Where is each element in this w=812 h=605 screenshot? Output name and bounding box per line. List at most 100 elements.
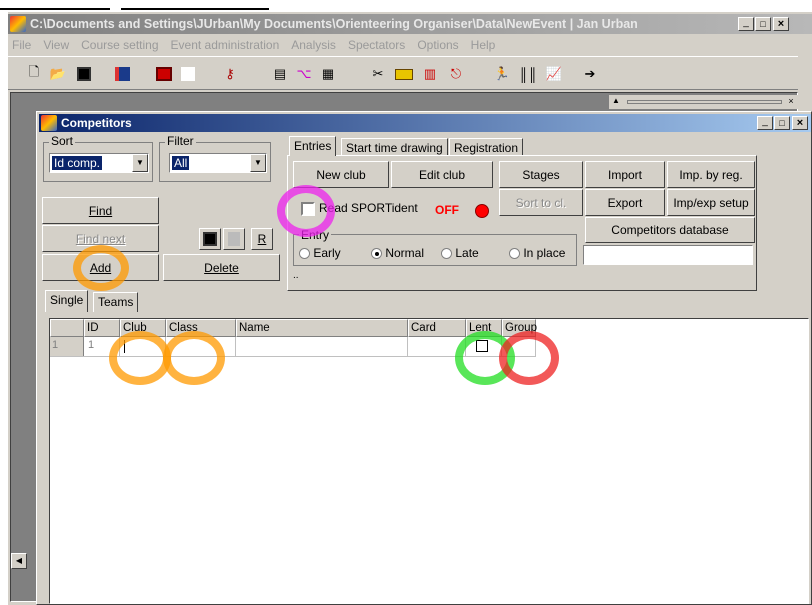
entry-radio-normal[interactable]: Normal — [371, 246, 424, 260]
cropped-underline-left — [0, 8, 110, 10]
export-button[interactable]: Export — [585, 189, 665, 216]
menu-file[interactable]: File — [12, 36, 31, 54]
minimize-button[interactable]: _ — [738, 17, 754, 31]
barcode-icon[interactable]: ║║ — [518, 64, 538, 84]
chevron-down-icon[interactable]: ▼ — [132, 154, 148, 172]
graph-icon[interactable]: 📈 — [544, 64, 564, 84]
delete-button-label: Delete — [204, 260, 239, 275]
menu-spectators[interactable]: Spectators — [348, 36, 405, 54]
save-icon[interactable] — [74, 64, 94, 84]
menu-view[interactable]: View — [43, 36, 69, 54]
sort-to-cl-button[interactable]: Sort to cl. — [499, 189, 583, 216]
competitors-database-button[interactable]: Competitors database — [585, 217, 755, 243]
entry-radio-early[interactable]: Early — [299, 246, 341, 260]
stages-button[interactable]: Stages — [499, 161, 583, 188]
off-indicator-icon — [475, 204, 489, 218]
tab-start-time-drawing[interactable]: Start time drawing — [341, 138, 448, 156]
col-header-id[interactable]: ID — [84, 319, 120, 337]
col-header-card[interactable]: Card — [408, 319, 466, 337]
imp-exp-setup-button[interactable]: Imp/exp setup — [667, 189, 755, 216]
grid-icon[interactable]: ▦ — [318, 64, 338, 84]
menu-bar: File View Course setting Event administr… — [8, 36, 798, 54]
top-strip — [0, 0, 812, 12]
sort-select[interactable]: Id comp. ▼ — [49, 153, 149, 173]
edit-club-button[interactable]: Edit club — [391, 161, 493, 188]
delete-button[interactable]: Delete — [163, 254, 280, 281]
client-scrollbar-top[interactable]: ▲ × — [609, 95, 799, 109]
open-folder-icon[interactable]: 📂 — [48, 64, 68, 84]
export-label: Export — [607, 195, 643, 210]
tab-single[interactable]: Single — [45, 290, 89, 312]
menu-help[interactable]: Help — [471, 36, 496, 54]
toolbar: 🗋 📂 ⚷ ▤ ⌥ ▦ ✂ ▥ ⎋ 🏃 ║║ 📈 ➔ — [8, 56, 798, 90]
columns-icon[interactable]: ▥ — [420, 64, 440, 84]
filter-select[interactable]: All ▼ — [169, 153, 267, 173]
imp-by-reg-button[interactable]: Imp. by reg. — [667, 161, 755, 188]
sort-select-value: Id comp. — [52, 156, 103, 170]
competitors-minimize-button[interactable]: _ — [757, 116, 773, 130]
tools-icon[interactable]: ✂ — [368, 64, 388, 84]
maximize-button[interactable]: □ — [755, 17, 771, 31]
runner-icon[interactable]: 🏃 — [492, 64, 512, 84]
blank-icon — [228, 232, 240, 246]
blank-toggle-button[interactable] — [223, 228, 245, 250]
radio-icon — [509, 248, 520, 260]
list-icon[interactable]: ▤ — [270, 64, 290, 84]
exit-icon[interactable]: ⎋ — [446, 64, 466, 84]
highlight-circle-sportident — [277, 185, 335, 237]
left-scroll-arrow[interactable]: ◀ — [11, 553, 27, 569]
entry-radio-in-place[interactable]: In place — [509, 246, 565, 260]
radio-selected-icon — [371, 248, 382, 260]
chevron-down-icon[interactable]: ▼ — [250, 154, 266, 172]
entry-text-field[interactable] — [583, 245, 753, 265]
key-icon[interactable]: ⚷ — [220, 64, 240, 84]
menu-analysis[interactable]: Analysis — [291, 36, 336, 54]
r-button[interactable]: R — [251, 228, 273, 250]
book-icon[interactable] — [112, 64, 132, 84]
tab-registration[interactable]: Registration — [449, 138, 524, 156]
import-label: Import — [607, 167, 642, 182]
entry-in-place-label: In place — [523, 246, 566, 260]
competitors-maximize-button[interactable]: □ — [774, 116, 790, 130]
highlight-circle-class — [163, 331, 225, 385]
filter-label: Filter — [165, 134, 196, 148]
highlight-circle-add — [73, 245, 129, 291]
scroll-up-arrow[interactable]: ▲ — [609, 96, 623, 108]
card-icon[interactable] — [394, 64, 414, 84]
main-title-bar[interactable]: C:\Documents and Settings\JUrban\My Docu… — [8, 14, 812, 34]
new-file-icon[interactable]: 🗋 — [24, 64, 44, 84]
cropped-underline — [121, 8, 269, 10]
arrow-runner-icon[interactable]: ➔ — [580, 64, 600, 84]
competitors-close-button[interactable]: × — [792, 116, 808, 130]
radio-icon — [441, 248, 452, 260]
import-button[interactable]: Import — [585, 161, 665, 188]
off-status: OFF — [435, 203, 459, 217]
competitors-title-bar[interactable]: Competitors _ □ × — [39, 114, 811, 132]
save-icon — [203, 232, 217, 246]
app-icon — [10, 16, 26, 32]
print-icon[interactable] — [154, 64, 174, 84]
scroll-track[interactable] — [627, 100, 782, 104]
tab-entries[interactable]: Entries — [289, 136, 337, 156]
menu-course-setting[interactable]: Course setting — [81, 36, 158, 54]
new-club-button[interactable]: New club — [293, 161, 389, 188]
col-header-name[interactable]: Name — [236, 319, 408, 337]
imp-by-reg-label: Imp. by reg. — [679, 167, 743, 182]
blank-icon — [178, 64, 198, 84]
find-next-label: Find next — [75, 231, 126, 246]
menu-event-administration[interactable]: Event administration — [171, 36, 280, 54]
cell-name[interactable] — [236, 337, 408, 356]
tab-teams[interactable]: Teams — [93, 292, 139, 312]
find-button[interactable]: Find — [42, 197, 159, 224]
new-club-label: New club — [316, 167, 366, 182]
find-button-label: Find — [88, 203, 113, 218]
competitors-app-icon — [41, 115, 57, 131]
stages-label: Stages — [522, 167, 560, 182]
entry-radio-late[interactable]: Late — [441, 246, 479, 260]
save-filter-button[interactable] — [199, 228, 221, 250]
scroll-right-arrow[interactable]: × — [785, 96, 797, 108]
tree-icon[interactable]: ⌥ — [294, 64, 314, 84]
imp-exp-setup-label: Imp/exp setup — [673, 195, 749, 210]
close-button[interactable]: × — [773, 17, 789, 31]
menu-options[interactable]: Options — [417, 36, 458, 54]
